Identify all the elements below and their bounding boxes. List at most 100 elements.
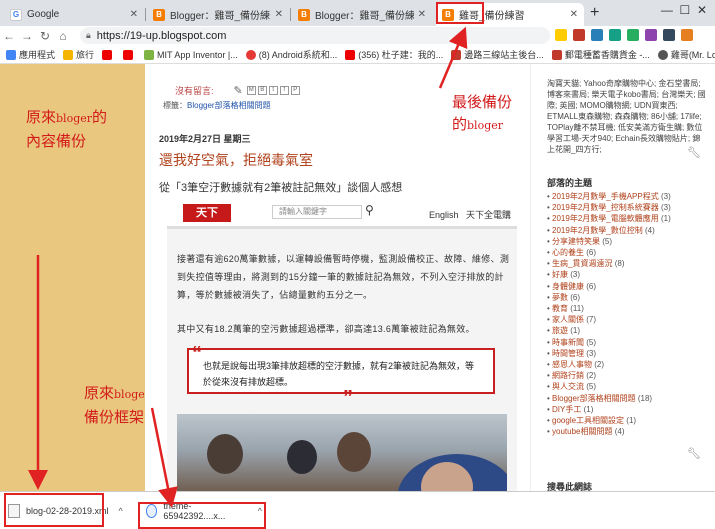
label-link[interactable]: 身體健康 — [552, 282, 584, 291]
label-item[interactable]: 與人交流 (5) — [547, 381, 712, 392]
label-link[interactable]: 2019年2月數學_電腦軟體應用 — [552, 214, 659, 223]
label-link[interactable]: 生病_貫資週遠況 — [552, 259, 612, 268]
article-paragraph: 其中又有18.2萬筆的空污數據超過標準，卻高達13.6萬筆被註記為無效。 — [177, 324, 475, 334]
label-item[interactable]: 時間管理 (3) — [547, 348, 712, 359]
label-link[interactable]: DIY手工 — [552, 405, 581, 414]
tab-blogger-theme-2[interactable]: B Blogger：雞哥_備份練習 - 主題 ✕ — [292, 3, 432, 26]
bookmark-item[interactable] — [102, 49, 115, 60]
label-link[interactable]: youtube相關問題 — [552, 427, 612, 436]
label-link[interactable]: google工具相關設定 — [552, 416, 624, 425]
share-facebook-button[interactable]: f — [279, 86, 289, 95]
extension-icon[interactable] — [627, 29, 639, 41]
label-item[interactable]: 身體健康 (6) — [547, 281, 712, 292]
wrench-icon[interactable]: 🔧︎ — [687, 447, 701, 460]
label-item[interactable]: 分享建特笑果 (5) — [547, 236, 712, 247]
label-link[interactable]: 感恩人事物 — [552, 360, 592, 369]
chevron-up-icon[interactable]: ^ — [119, 506, 123, 516]
label-item[interactable]: 2019年2月數學_電腦軟體應用 (1) — [547, 213, 712, 224]
avatar — [657, 49, 668, 60]
bookmark-item[interactable]: (8) Android系統和... — [245, 48, 337, 61]
share-twitter-button[interactable]: t — [268, 86, 278, 95]
close-icon[interactable]: ✕ — [275, 9, 283, 20]
bookmark-item[interactable]: 邊路三線站主後台... — [451, 48, 544, 61]
share-email-button[interactable]: M — [246, 86, 256, 95]
label-count: (6) — [584, 281, 597, 291]
label-item[interactable]: 夢數 (6) — [547, 292, 712, 303]
blog-page: 原來bloger的 內容備份 原來bloger的 備份框架 沒有留言: ✎ M … — [0, 64, 715, 491]
bookmark-item[interactable]: (356) 杜子建：我的... — [345, 48, 443, 61]
label-item[interactable]: 旅遊 (1) — [547, 325, 712, 336]
highlight-theme-download — [138, 502, 266, 529]
new-tab-button[interactable]: + — [590, 4, 599, 22]
label-link[interactable]: 心的養生 — [552, 248, 584, 257]
close-icon[interactable]: ✕ — [418, 9, 426, 20]
forward-icon[interactable]: → — [18, 29, 36, 43]
extension-icon[interactable] — [663, 29, 675, 41]
label-item[interactable]: 2019年2月數學_數位控制 (4) — [547, 225, 712, 236]
label-link[interactable]: 夢數 — [552, 293, 568, 302]
label-link[interactable]: 時間管理 — [552, 349, 584, 358]
label-item[interactable]: 教育 (11) — [547, 303, 712, 314]
pdf-extension-icon[interactable] — [573, 29, 585, 41]
close-icon[interactable]: ✕ — [570, 9, 578, 20]
url-text: https://19-up.blogspot.com — [96, 29, 227, 42]
label-item[interactable]: 好康 (3) — [547, 269, 712, 280]
label-count: (3) — [658, 192, 671, 201]
home-icon[interactable]: ⌂ — [54, 29, 72, 43]
reload-icon[interactable]: ↻ — [36, 29, 54, 43]
right-sidebar: 淘寶天貓; Yahoo奇摩購物中心; 金石堂書局; 博客來書局; 樂天電子kob… — [530, 64, 715, 491]
label-item[interactable]: 2019年2月數學_控制系統賽器 (3) — [547, 202, 712, 213]
tab-google[interactable]: G Google ✕ — [4, 3, 144, 26]
share-blog-button[interactable]: B — [257, 86, 267, 95]
share-pinterest-button[interactable]: P — [290, 86, 300, 95]
sidebar-links[interactable]: 淘寶天貓; Yahoo奇摩購物中心; 金石堂書局; 博客來書局; 樂天電子kob… — [547, 78, 707, 155]
bookmark-item[interactable] — [123, 49, 136, 60]
bookmark-item[interactable]: 雞哥(Mr. Logic) — [657, 48, 715, 61]
label-link[interactable]: 好康 — [552, 270, 568, 279]
label-item[interactable]: 感恩人事物 (2) — [547, 359, 712, 370]
label-link[interactable]: Blogger部落格相關問題 — [187, 101, 271, 110]
address-bar[interactable]: 🔒︎ https://19-up.blogspot.com — [80, 27, 550, 44]
annotation-content-backup: 原來bloger的 內容備份 — [26, 108, 108, 150]
label-item[interactable]: DIY手工 (1) — [547, 404, 712, 415]
extension-icon[interactable] — [591, 29, 603, 41]
window-controls[interactable]: — ☐ ✕ — [661, 3, 707, 17]
bookmark-item[interactable]: 郵電種蓄香購貨金 -... — [551, 48, 650, 61]
star-icon[interactable] — [555, 29, 567, 41]
back-icon[interactable]: ← — [0, 29, 18, 43]
tab-blogger-theme-1[interactable]: B Blogger：雞哥_備份練習 - 主題 ✕ — [147, 3, 289, 26]
label-link[interactable]: 2019年2月數學_手機APP程式 — [552, 192, 659, 201]
no-comments-link[interactable]: 沒有留言: — [175, 84, 214, 97]
label-link[interactable]: 網路行銷 — [552, 371, 584, 380]
pencil-icon[interactable]: ✎ — [234, 84, 243, 97]
label-item[interactable]: 2019年2月數學_手機APP程式 (3) — [547, 191, 712, 202]
close-icon[interactable]: ✕ — [130, 9, 138, 20]
label-item[interactable]: 時事新聞 (5) — [547, 337, 712, 348]
label-link[interactable]: 時事新聞 — [552, 338, 584, 347]
label-link[interactable]: 分享建特笑果 — [552, 237, 600, 246]
profile-avatar[interactable] — [681, 29, 693, 41]
label-link[interactable]: 2019年2月數學_數位控制 — [552, 226, 643, 235]
extension-icon[interactable] — [609, 29, 621, 41]
label-link[interactable]: 旅遊 — [552, 326, 568, 335]
label-item[interactable]: 家人關係 (7) — [547, 314, 712, 325]
label-link[interactable]: 家人關係 — [552, 315, 584, 324]
bookmark-item[interactable]: 旅行 — [63, 48, 94, 61]
labels-list: 2019年2月數學_手機APP程式 (3)2019年2月數學_控制系統賽器 (3… — [547, 191, 712, 437]
label-link[interactable]: 與人交流 — [552, 382, 584, 391]
bookmark-item[interactable]: MIT App Inventor |... — [144, 49, 238, 60]
bookmark-apps[interactable]: 應用程式 — [6, 48, 55, 61]
label-item[interactable]: google工具相關設定 (1) — [547, 415, 712, 426]
label-item[interactable]: Blogger部落格相關問題 (18) — [547, 393, 712, 404]
label-item[interactable]: 網路行銷 (2) — [547, 370, 712, 381]
label-link[interactable]: Blogger部落格相關問題 — [552, 394, 636, 403]
article-search-input: 請輸入關鍵字 — [272, 205, 362, 219]
post-title[interactable]: 還我好空氣，拒絕毒氣室 — [159, 150, 313, 170]
label-item[interactable]: 生病_貫資週遠況 (8) — [547, 258, 712, 269]
label-item[interactable]: 心的養生 (6) — [547, 247, 712, 258]
label-link[interactable]: 2019年2月數學_控制系統賽器 — [552, 203, 659, 212]
wrench-icon[interactable]: 🔧︎ — [687, 146, 701, 159]
label-item[interactable]: youtube相關問題 (4) — [547, 426, 712, 437]
label-link[interactable]: 教育 — [552, 304, 568, 313]
extension-icon[interactable] — [645, 29, 657, 41]
